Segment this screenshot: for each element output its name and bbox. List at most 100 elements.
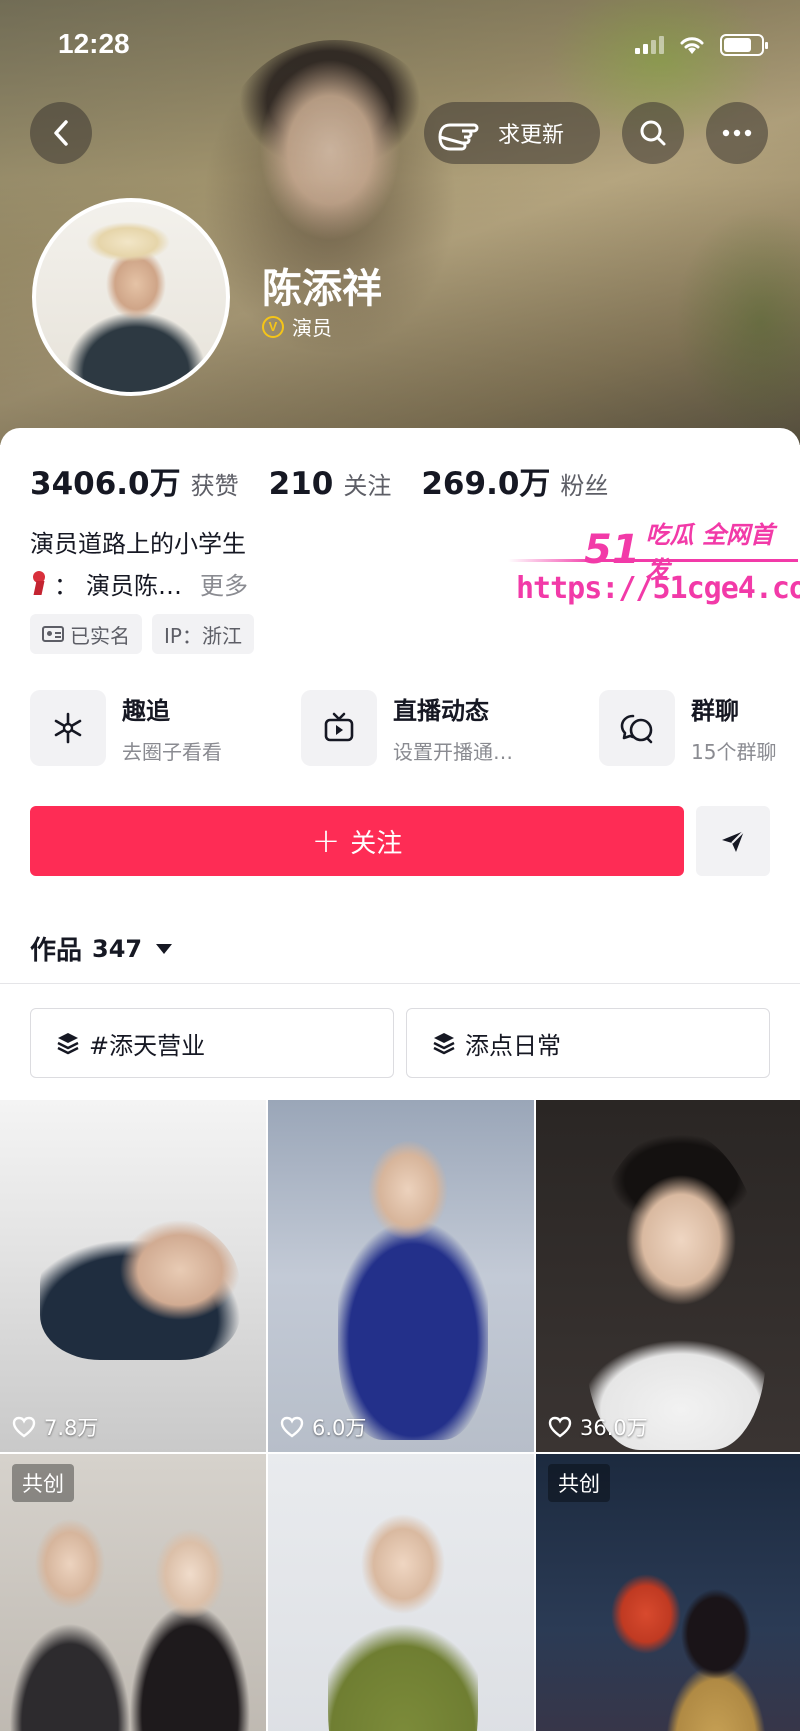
- top-nav: 求更新: [0, 102, 800, 166]
- stat-followers[interactable]: 269.0万 粉丝: [421, 458, 608, 503]
- request-update-label: 求更新: [498, 123, 565, 148]
- video-thumbnail: [576, 1544, 776, 1731]
- divider: [0, 983, 800, 984]
- layers-icon: [433, 1033, 455, 1055]
- verified-row: V 演员: [262, 312, 332, 341]
- search-button[interactable]: [622, 102, 684, 164]
- tile-likes: 36.0万: [548, 1412, 648, 1442]
- id-card-icon: [42, 626, 64, 642]
- feature-quzhui[interactable]: 趣追 去圈子看看: [30, 690, 222, 766]
- collection-label: 添点日常: [465, 1031, 561, 1060]
- co-create-badge: 共创: [548, 1464, 610, 1502]
- works-tab[interactable]: 作品 347: [30, 930, 173, 967]
- tile-likes: 6.0万: [280, 1412, 366, 1442]
- banner-photo: [220, 40, 450, 400]
- bio-line-1: 演员道路上的小学生: [30, 530, 246, 558]
- back-button[interactable]: [30, 102, 92, 164]
- ip-label: IP：浙江: [164, 623, 242, 648]
- share-button[interactable]: [696, 806, 770, 876]
- following-label: 关注: [343, 472, 392, 500]
- heart-icon: [280, 1416, 304, 1438]
- watermark-number: 51: [584, 527, 640, 573]
- video-tile[interactable]: 6.0万: [268, 1100, 534, 1452]
- followers-count: 269.0万: [421, 466, 551, 502]
- video-thumbnail: [338, 1140, 488, 1440]
- heart-icon: [548, 1416, 572, 1438]
- watermark-url: https://51cge4.com: [516, 571, 800, 606]
- real-name-tag: 已实名: [30, 614, 142, 654]
- stat-likes[interactable]: 3406.0万 获赞: [30, 458, 239, 503]
- verified-badge-icon: V: [262, 315, 284, 338]
- bio-more-link[interactable]: 更多: [200, 566, 248, 601]
- signal-icon: [635, 36, 664, 54]
- collection-tianyingye[interactable]: #添天营业: [30, 1008, 394, 1078]
- video-tile[interactable]: 7.8万: [0, 1100, 266, 1452]
- video-thumbnail: [40, 1210, 240, 1360]
- status-icons: [635, 34, 768, 56]
- stat-following[interactable]: 210 关注: [269, 466, 392, 502]
- tv-icon: [301, 690, 377, 766]
- video-thumbnail: [586, 1130, 766, 1450]
- watermark: 51 吃瓜 全网首发 https://51cge4.com: [508, 515, 800, 610]
- co-create-badge: 共创: [12, 1464, 74, 1502]
- feature-group-chat[interactable]: 群聊 15个群聊: [599, 690, 776, 766]
- tile-likes-count: 6.0万: [312, 1416, 367, 1440]
- feature-title: 趣追: [122, 697, 170, 725]
- verified-label: 演员: [292, 316, 332, 340]
- tags-row: 已实名 IP：浙江: [30, 614, 254, 654]
- feature-subtitle: 15个群聊: [691, 740, 777, 764]
- following-count: 210: [268, 466, 334, 502]
- video-grid: 7.8万 6.0万 36.0万 共创 共创: [0, 1100, 800, 1731]
- video-thumbnail: [328, 1494, 478, 1731]
- send-icon: [722, 830, 745, 852]
- feature-subtitle: 去圈子看看: [122, 740, 222, 764]
- feature-entries: 趣追 去圈子看看 直播动态 设置开播通… 群聊 15个群聊: [30, 690, 790, 770]
- wifi-icon: [680, 37, 704, 54]
- more-button[interactable]: [706, 102, 768, 164]
- chevron-left-icon: [54, 120, 68, 146]
- request-update-button[interactable]: 求更新: [424, 102, 600, 164]
- plus-icon: +: [311, 821, 341, 861]
- heart-icon: [12, 1416, 36, 1438]
- collection-label: #添天营业: [89, 1031, 206, 1060]
- tile-likes-count: 7.8万: [44, 1416, 99, 1440]
- caret-down-icon: [156, 943, 173, 954]
- tile-likes-count: 36.0万: [580, 1416, 648, 1440]
- feature-live[interactable]: 直播动态 设置开播通…: [301, 690, 513, 766]
- sparkle-icon: [30, 690, 106, 766]
- watermark-line: [508, 559, 798, 562]
- follow-button[interactable]: + 关注: [30, 806, 684, 876]
- collections-row: #添天营业 添点日常: [30, 1008, 770, 1078]
- profile-name: 陈添祥: [262, 266, 382, 312]
- ribbon-icon: [30, 570, 46, 597]
- avatar[interactable]: [32, 198, 230, 396]
- video-tile[interactable]: 共创: [0, 1454, 266, 1731]
- tile-likes: 7.8万: [12, 1412, 98, 1442]
- chat-icon: [599, 690, 675, 766]
- likes-label: 获赞: [190, 472, 239, 500]
- profile-card: 3406.0万 获赞 210 关注 269.0万 粉丝 演员道路上的小学生 ： …: [0, 428, 800, 1731]
- likes-count: 3406.0万: [30, 466, 181, 502]
- follow-label: 关注: [350, 828, 403, 859]
- stats-row: 3406.0万 获赞 210 关注 269.0万 粉丝: [30, 458, 608, 503]
- video-thumbnail: [10, 1504, 130, 1731]
- video-tile[interactable]: 共创: [536, 1454, 800, 1731]
- more-dots-icon: [722, 129, 752, 137]
- ip-tag: IP：浙江: [152, 614, 254, 654]
- bio-line-2-text: 演员陈…: [86, 572, 182, 600]
- pointing-hand-icon: [438, 123, 479, 151]
- battery-icon: [720, 34, 768, 56]
- video-tile[interactable]: [268, 1454, 534, 1731]
- feature-title: 群聊: [691, 697, 739, 725]
- followers-label: 粉丝: [560, 472, 609, 500]
- bio-line-2[interactable]: ： 演员陈… 更多: [30, 566, 248, 601]
- collection-tiandianrichang[interactable]: 添点日常: [406, 1008, 770, 1078]
- real-name-label: 已实名: [70, 623, 130, 648]
- status-bar: 12:28: [0, 0, 800, 90]
- search-icon: [640, 120, 666, 146]
- video-tile[interactable]: 36.0万: [536, 1100, 800, 1452]
- works-count: 347: [92, 934, 143, 963]
- feature-title: 直播动态: [393, 697, 489, 725]
- bio-line-2-prefix: ：: [54, 572, 78, 600]
- status-time: 12:28: [58, 28, 130, 59]
